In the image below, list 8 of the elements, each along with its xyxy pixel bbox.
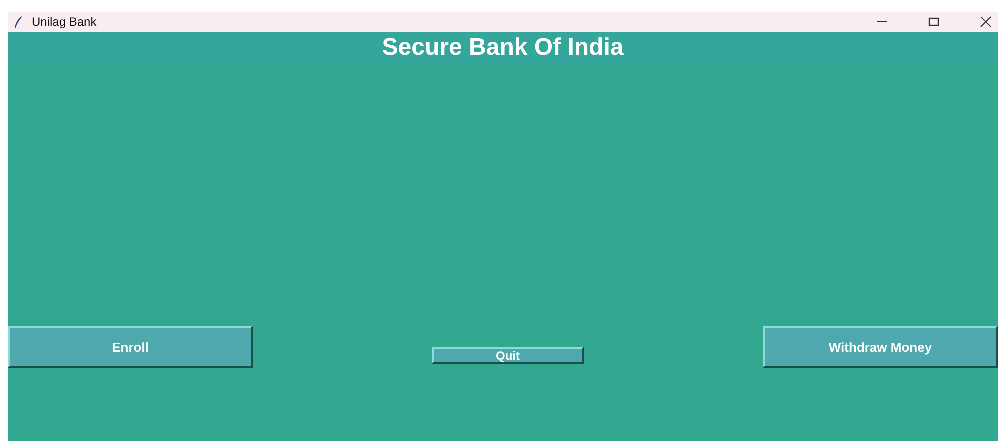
close-icon[interactable]: [980, 16, 992, 28]
maximize-icon[interactable]: [928, 16, 940, 28]
feather-icon: [14, 16, 24, 28]
action-button[interactable]: Enroll: [8, 326, 253, 368]
window-title: Unilag Bank: [32, 15, 98, 29]
quit-button[interactable]: Quit: [432, 347, 584, 364]
action-button[interactable]: Withdraw Money: [763, 326, 998, 368]
bank-title: Secure Bank Of India: [382, 34, 624, 62]
